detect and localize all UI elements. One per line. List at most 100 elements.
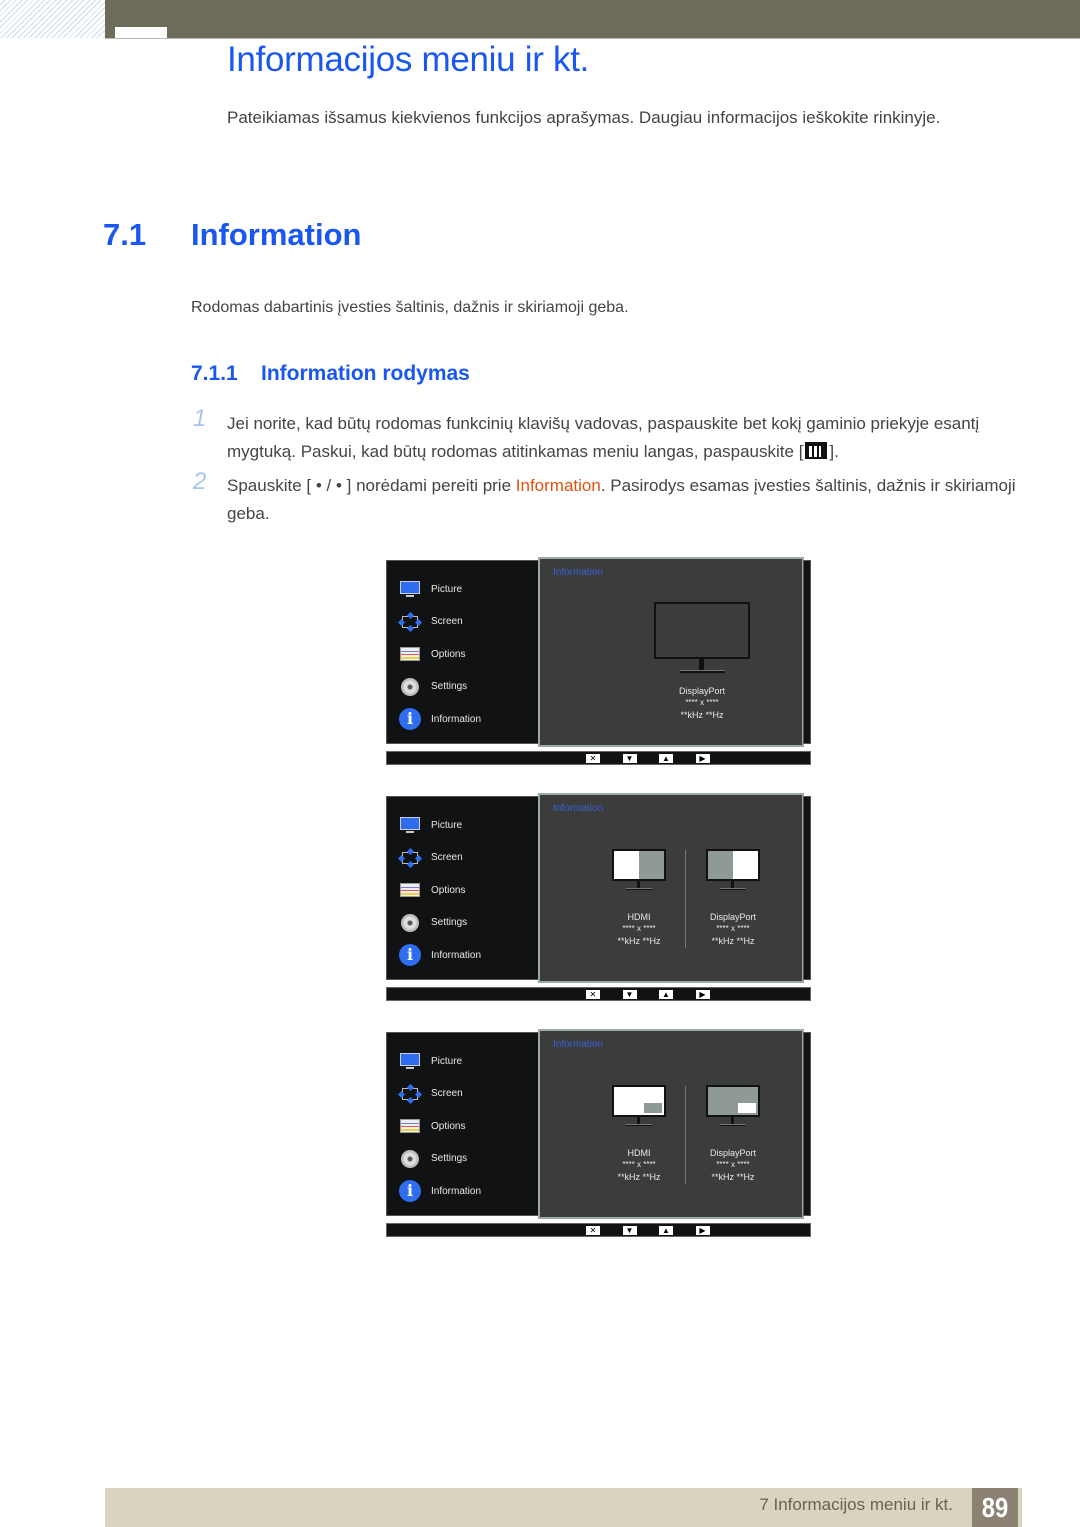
screen-icon <box>397 611 423 633</box>
osd-menu-item-options[interactable]: Options <box>399 879 539 901</box>
close-button[interactable]: ✕ <box>586 1226 600 1235</box>
osd-panel-heading: Information <box>553 1039 604 1050</box>
osd-info-panel: Information HDMI **** x **** **kHz **Hz Disp… <box>538 793 804 983</box>
chapter-intro: Pateikiamas išsamus kiekvienos funkcijos… <box>227 108 941 127</box>
osd-menu-label: Settings <box>431 1153 468 1165</box>
osd-menu-item-screen[interactable]: Screen <box>397 611 539 633</box>
close-button[interactable]: ✕ <box>586 990 600 999</box>
subsection-title: Information rodymas <box>261 362 470 385</box>
osd-menu-item-screen[interactable]: Screen <box>397 847 539 869</box>
osd-edge <box>803 560 811 744</box>
screen-icon <box>397 847 423 869</box>
osd-info-panel: Information HDMI **** x **** **kHz **Hz Disp… <box>538 1029 804 1219</box>
osd-menu-item-picture[interactable]: Picture <box>399 578 539 600</box>
down-button[interactable]: ▼ <box>622 1226 637 1235</box>
osd-menu-item-options[interactable]: Options <box>399 1115 539 1137</box>
up-button[interactable]: ▲ <box>659 754 673 763</box>
step-text-part: Spauskite [ • / • ] norėdami pereiti pri… <box>227 476 516 495</box>
osd-edge <box>803 796 811 980</box>
source-info: HDMI **** x **** **kHz **Hz <box>589 911 689 947</box>
source-name: DisplayPort <box>709 912 756 922</box>
enter-button[interactable]: ▶ <box>695 754 710 763</box>
step-number: 2 <box>193 468 207 495</box>
source-name: HDMI <box>627 1148 651 1158</box>
chapter-title: Informacijos meniu ir kt. <box>227 40 590 79</box>
osd-menu-item-settings[interactable]: Settings <box>399 676 539 698</box>
source-resolution: **** x **** <box>716 1160 750 1169</box>
up-button[interactable]: ▲ <box>659 1226 673 1235</box>
subsection-number: 7.1.1 <box>191 362 238 385</box>
osd-menu-item-picture[interactable]: Picture <box>399 1050 539 1072</box>
source-resolution: **** x **** <box>622 924 656 933</box>
osd-menu-item-settings[interactable]: Settings <box>399 1148 539 1170</box>
osd-menu-item-settings[interactable]: Settings <box>399 912 539 934</box>
osd-menu-label: Options <box>431 884 466 896</box>
source-name: DisplayPort <box>709 1148 756 1158</box>
section-title: Information <box>191 217 362 252</box>
picture-icon <box>399 814 421 836</box>
section-number: 7.1 <box>103 217 147 252</box>
osd-menu: Picture Screen Options Settings i Information <box>386 560 539 744</box>
osd-menu-item-picture[interactable]: Picture <box>399 814 539 836</box>
osd-window: Picture Screen Options Settings i Information… <box>386 793 811 1025</box>
osd-menu-label: Settings <box>431 917 468 929</box>
source-info: HDMI **** x **** **kHz **Hz <box>589 1147 689 1183</box>
menu-key-icon <box>805 442 828 459</box>
source-resolution: **** x **** <box>716 924 750 933</box>
osd-menu-label: Screen <box>431 852 463 864</box>
header-tab-marker <box>115 27 167 38</box>
osd-button-bar: ✕ ▼ ▲ ▶ <box>386 751 811 765</box>
options-icon <box>399 643 421 665</box>
down-button[interactable]: ▼ <box>622 990 637 999</box>
options-icon <box>399 1115 421 1137</box>
step-text-part: ]. <box>829 442 839 461</box>
step-text: Spauskite [ • / • ] norėdami pereiti pri… <box>227 472 1017 528</box>
osd-menu-item-information[interactable]: i Information <box>399 944 539 967</box>
osd-window: Picture Screen Options Settings i Information… <box>386 557 811 789</box>
page-number: 89 <box>972 1488 1018 1527</box>
picture-icon <box>399 1050 421 1072</box>
osd-menu-label: Information <box>431 713 482 725</box>
options-icon <box>399 879 421 901</box>
osd-edge <box>803 1032 811 1216</box>
screen-icon <box>397 1083 423 1105</box>
osd-menu-item-options[interactable]: Options <box>399 643 539 665</box>
source-name: DisplayPort <box>678 686 725 696</box>
settings-icon <box>399 912 421 934</box>
osd-menu-item-screen[interactable]: Screen <box>397 1083 539 1105</box>
section-description: Rodomas dabartinis įvesties šaltinis, da… <box>191 299 629 316</box>
enter-button[interactable]: ▶ <box>695 1226 710 1235</box>
header-divider <box>105 38 1080 39</box>
source-resolution: **** x **** <box>622 1160 656 1169</box>
osd-panel-heading: Information <box>553 567 604 578</box>
osd-menu-label: Options <box>431 1120 466 1132</box>
down-button[interactable]: ▼ <box>622 754 637 763</box>
close-button[interactable]: ✕ <box>586 754 600 763</box>
source-frequency: **kHz **Hz <box>617 936 661 946</box>
enter-button[interactable]: ▶ <box>695 990 710 999</box>
osd-menu-item-information[interactable]: i Information <box>399 1180 539 1203</box>
source-info: DisplayPort **** x **** **kHz **Hz <box>652 685 752 721</box>
osd-button-bar: ✕ ▼ ▲ ▶ <box>386 987 811 1001</box>
osd-menu-label: Information <box>431 1185 482 1197</box>
osd-menu-label: Picture <box>431 819 463 831</box>
header-bar <box>105 0 1080 38</box>
settings-icon <box>399 1148 421 1170</box>
osd-menu: Picture Screen Options Settings i Information <box>386 796 539 980</box>
source-frequency: **kHz **Hz <box>680 710 724 720</box>
osd-button-bar: ✕ ▼ ▲ ▶ <box>386 1223 811 1237</box>
osd-menu-item-information[interactable]: i Information <box>399 708 539 731</box>
osd-menu-label: Picture <box>431 1055 463 1067</box>
source-info: DisplayPort **** x **** **kHz **Hz <box>683 1147 783 1183</box>
osd-info-panel: Information DisplayPort **** x **** **kHz *… <box>538 557 804 747</box>
source-frequency: **kHz **Hz <box>711 936 755 946</box>
step-text: Jei norite, kad būtų rodomas funkcinių k… <box>227 410 1017 466</box>
source-frequency: **kHz **Hz <box>711 1172 755 1182</box>
osd-menu-label: Screen <box>431 616 463 628</box>
step-text-part: Jei norite, kad būtų rodomas funkcinių k… <box>227 414 980 461</box>
osd-menu-label: Settings <box>431 681 468 693</box>
up-button[interactable]: ▲ <box>659 990 673 999</box>
settings-icon <box>399 676 421 698</box>
osd-window: Picture Screen Options Settings i Information… <box>386 1029 811 1261</box>
source-frequency: **kHz **Hz <box>617 1172 661 1182</box>
